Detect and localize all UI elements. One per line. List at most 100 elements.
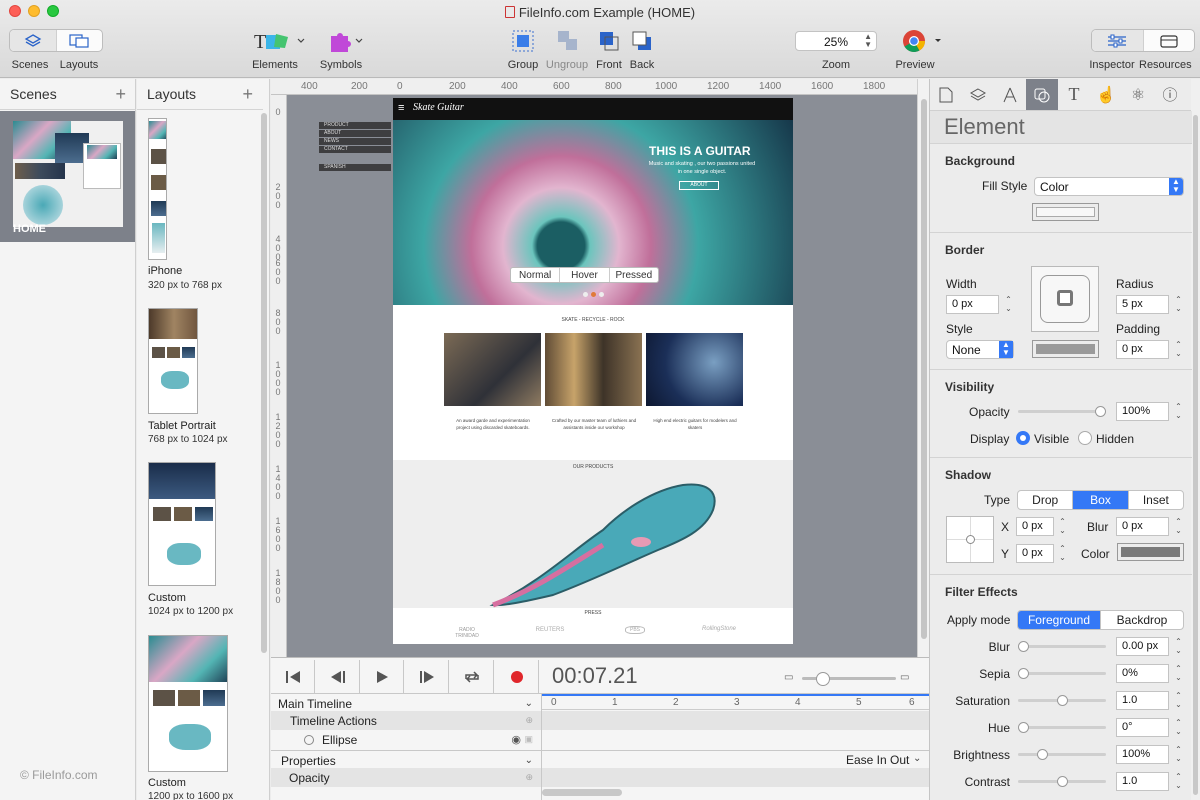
element-tab[interactable]	[1026, 79, 1058, 110]
shadow-y-stepper[interactable]: ⌃ ⌄	[1057, 544, 1068, 563]
add-action-icon[interactable]: ⊕	[525, 715, 533, 726]
ease-mode-label[interactable]: Ease In Out	[846, 753, 909, 767]
layout-thumb-tablet-portrait[interactable]	[148, 308, 198, 414]
shadow-type-drop[interactable]: Drop	[1018, 491, 1074, 509]
opacity-slider-knob[interactable]	[1095, 406, 1106, 417]
state-tab-normal[interactable]: Normal	[511, 268, 561, 282]
scene-item-home[interactable]: HOME	[0, 111, 135, 242]
brightness-stepper[interactable]: ⌃ ⌄	[1173, 745, 1184, 764]
opacity-slider[interactable]	[1018, 406, 1106, 417]
layouts-scrollbar[interactable]	[261, 113, 267, 653]
timeline-ruler[interactable]: 0 1 2 3 4 5 6	[542, 694, 929, 710]
hamburger-menu-icon[interactable]: ≡	[398, 102, 404, 114]
shadow-offset-pad[interactable]	[946, 516, 994, 563]
apply-mode-foreground[interactable]: Foreground	[1018, 611, 1101, 629]
actions-tab[interactable]: ☝	[1090, 79, 1122, 110]
zoom-field[interactable]: 25% ▲ ▼	[795, 31, 877, 51]
lock-icon[interactable]: ▣	[524, 734, 533, 745]
hero-about-button[interactable]: ABOUT	[679, 181, 719, 190]
shadow-type-inset[interactable]: Inset	[1129, 491, 1183, 509]
add-scene-button[interactable]: +	[115, 84, 126, 105]
opacity-stepper[interactable]: ⌃ ⌄	[1173, 402, 1184, 421]
text-tab[interactable]: T	[1058, 79, 1090, 110]
blur-field[interactable]: 0.00 px	[1116, 637, 1169, 656]
identity-tab[interactable]: ⓘ	[1154, 79, 1186, 110]
preview-button[interactable]	[902, 28, 944, 54]
go-to-start-button[interactable]	[272, 660, 315, 693]
physics-tab[interactable]: ⚛	[1122, 79, 1154, 110]
apply-mode-backdrop[interactable]: Backdrop	[1101, 611, 1183, 629]
blur-stepper[interactable]: ⌃ ⌄	[1173, 637, 1184, 656]
timeline-zoom-slider[interactable]: ▭ ▭	[784, 672, 914, 686]
resources-toggle-button[interactable]	[1144, 30, 1195, 51]
record-button[interactable]	[496, 660, 539, 693]
step-back-button[interactable]	[317, 660, 360, 693]
brightness-slider[interactable]	[1018, 749, 1106, 760]
display-hidden-radio[interactable]	[1078, 431, 1092, 445]
send-back-button[interactable]	[629, 28, 655, 54]
layout-thumb-custom-1200[interactable]	[148, 635, 228, 772]
brightness-slider-knob[interactable]	[1037, 749, 1049, 760]
symbols-button[interactable]	[328, 28, 368, 54]
border-radius-stepper[interactable]: ⌃ ⌄	[1173, 295, 1184, 314]
border-width-field[interactable]: 0 px	[946, 295, 999, 314]
shadow-type-box[interactable]: Box	[1073, 491, 1129, 509]
nav-item[interactable]: PRODUCT	[319, 122, 391, 129]
sepia-slider[interactable]	[1018, 668, 1106, 679]
shadow-blur-stepper[interactable]: ⌃ ⌄	[1173, 517, 1184, 536]
sepia-slider-knob[interactable]	[1018, 668, 1029, 679]
fill-color-well[interactable]	[1032, 203, 1099, 221]
brightness-field[interactable]: 100%	[1116, 745, 1169, 764]
nav-item[interactable]: ABOUT	[319, 130, 391, 137]
nav-item[interactable]: SPANISH	[319, 164, 391, 171]
border-radius-field[interactable]: 5 px	[1116, 295, 1169, 314]
contrast-stepper[interactable]: ⌃ ⌄	[1173, 772, 1184, 791]
shadow-x-stepper[interactable]: ⌃ ⌄	[1057, 517, 1068, 536]
step-forward-button[interactable]	[406, 660, 449, 693]
add-keyframe-icon[interactable]: ⊕	[525, 772, 533, 783]
carousel-dots[interactable]	[578, 292, 608, 301]
opacity-row[interactable]: Opacity ⊕	[271, 768, 541, 787]
state-tab-pressed[interactable]: Pressed	[610, 268, 658, 282]
timeline-horizontal-scrollbar[interactable]	[542, 789, 622, 796]
blur-slider-knob[interactable]	[1018, 641, 1029, 652]
nav-item[interactable]: NEWS	[319, 138, 391, 145]
shadow-blur-field[interactable]: 0 px	[1116, 517, 1169, 536]
saturation-slider-knob[interactable]	[1056, 695, 1068, 706]
fill-style-select[interactable]: Color ▲ ▼	[1034, 177, 1184, 196]
shadow-color-well[interactable]	[1117, 543, 1184, 561]
opacity-field[interactable]: 100%	[1116, 402, 1169, 421]
nav-item[interactable]: CONTACT	[319, 146, 391, 153]
hue-slider-knob[interactable]	[1018, 722, 1029, 733]
layout-thumb-iphone[interactable]	[148, 118, 167, 260]
layouts-toggle-button[interactable]	[57, 30, 103, 51]
hue-stepper[interactable]: ⌃ ⌄	[1173, 718, 1184, 737]
ellipse-row[interactable]: Ellipse ◉ ▣	[271, 730, 541, 749]
zoom-stepper-icon[interactable]: ▲ ▼	[864, 33, 872, 49]
offcanvas-nav-menu[interactable]: PRODUCT ABOUT NEWS CONTACT SPANISH	[319, 122, 391, 174]
display-visible-radio[interactable]	[1016, 431, 1030, 445]
shadow-x-field[interactable]: 0 px	[1016, 517, 1054, 536]
chevron-down-icon[interactable]: ⌄	[525, 755, 533, 766]
layout-thumb-custom-1024[interactable]	[148, 462, 216, 586]
blur-slider[interactable]	[1018, 641, 1106, 652]
border-width-stepper[interactable]: ⌃ ⌄	[1003, 295, 1014, 314]
sepia-field[interactable]: 0%	[1116, 664, 1169, 683]
border-style-select[interactable]: None ▲ ▼	[946, 340, 1014, 359]
timeline-actions-row[interactable]: Timeline Actions ⊕	[271, 711, 541, 730]
scenes-toggle-button[interactable]	[10, 30, 57, 51]
saturation-stepper[interactable]: ⌃ ⌄	[1173, 691, 1184, 710]
shadow-y-field[interactable]: 0 px	[1016, 544, 1054, 563]
page-document[interactable]: ≡ Skate Guitar THIS IS A GUITAR Music an…	[393, 98, 793, 644]
document-tab[interactable]	[930, 79, 962, 110]
hue-field[interactable]: 0°	[1116, 718, 1169, 737]
elements-button[interactable]: T	[252, 28, 308, 54]
contrast-field[interactable]: 1.0	[1116, 772, 1169, 791]
state-tab-hover[interactable]: Hover	[560, 268, 610, 282]
chevron-down-icon[interactable]: ⌄	[913, 753, 921, 764]
padding-stepper[interactable]: ⌃ ⌄	[1173, 340, 1184, 359]
contrast-slider-knob[interactable]	[1056, 776, 1068, 787]
padding-field[interactable]: 0 px	[1116, 340, 1169, 359]
group-button[interactable]	[509, 28, 537, 54]
sepia-stepper[interactable]: ⌃ ⌄	[1173, 664, 1184, 683]
